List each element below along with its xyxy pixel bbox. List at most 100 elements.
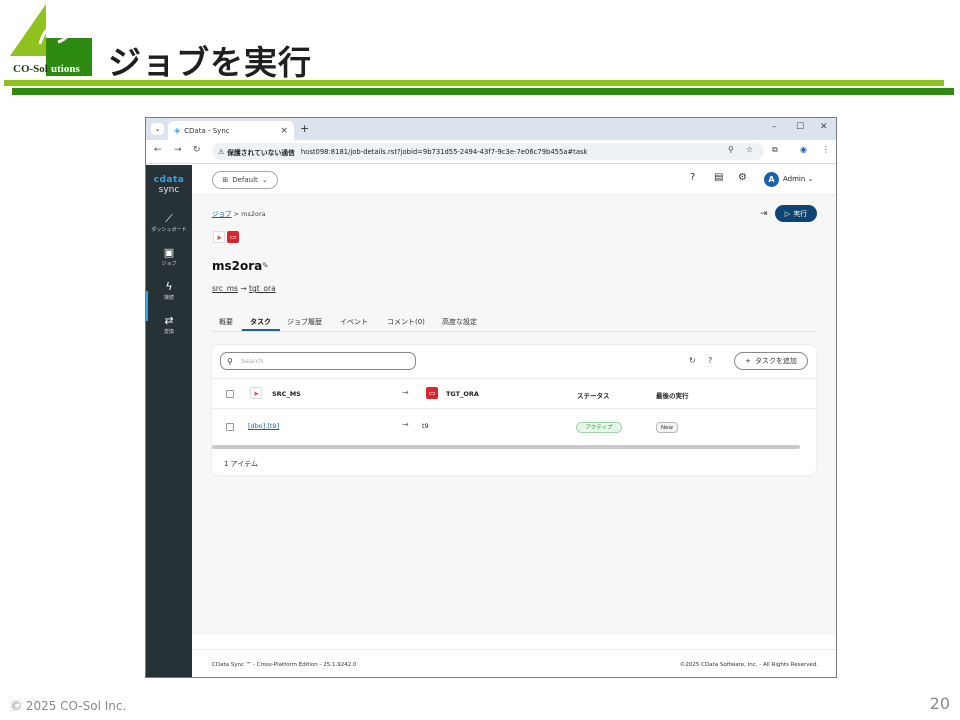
- chevron-down-icon: ⌄: [261, 176, 268, 184]
- new-tab-button[interactable]: +: [300, 122, 309, 135]
- user-menu[interactable]: Admin ⌄: [783, 175, 813, 183]
- header-last-run: 最後の実行: [656, 392, 689, 400]
- connector-icons: ➤ ▭: [213, 231, 239, 243]
- breadcrumb-jobs-link[interactable]: ジョブ: [212, 210, 232, 218]
- gear-icon[interactable]: ⚙: [738, 172, 747, 183]
- sidebar-item-dashboard[interactable]: ⟋ ダッシュボード: [146, 212, 192, 234]
- tab-comments[interactable]: コメント(0): [387, 317, 425, 327]
- zoom-icon[interactable]: ⚲: [728, 145, 734, 154]
- browser-tab[interactable]: ◈ CData - Sync ×: [168, 121, 294, 140]
- item-count: 1 アイテム: [224, 460, 258, 468]
- plug-icon: ϟ: [165, 280, 173, 293]
- app-sidebar: cdata sync ⟋ ダッシュボード ▣ ジョブ ϟ 接続 ⇄ 変換: [146, 165, 192, 677]
- job-tabs: 概要 タスク ジョブ履歴 イベント コメント(0) 高度な設定: [212, 312, 816, 332]
- copyright-text: ©2025 CData Software, Inc. - All Rights …: [679, 662, 818, 668]
- svg-text:CO-Sol: CO-Sol: [13, 63, 48, 75]
- export-icon[interactable]: ⇥: [760, 209, 768, 219]
- tab-tasks[interactable]: タスク: [250, 317, 271, 327]
- table-header: ➤ SRC_MS → ▭ TGT_ORA ステータス 最後の実行: [212, 378, 816, 408]
- arrow-icon: →: [402, 420, 409, 429]
- source-link[interactable]: src_ms: [212, 284, 238, 293]
- mouse-cursor-icon: ☝: [793, 213, 799, 223]
- edit-icon[interactable]: ✎: [262, 261, 269, 270]
- sqlserver-icon: ➤: [250, 387, 262, 399]
- slide: CO-Sol utions ジョブを実行 ⌄ ◈ CData - Sync × …: [0, 0, 960, 720]
- breadcrumb: ジョブ > ms2ora: [212, 210, 266, 218]
- refresh-icon[interactable]: ↻: [689, 356, 696, 365]
- book-icon[interactable]: ▤: [714, 172, 723, 183]
- select-all-checkbox[interactable]: [226, 390, 234, 398]
- play-icon: ▷: [784, 209, 791, 218]
- job-content: ジョブ > ms2ora ⇥ ▷ 実行 ☝ ➤ ▭ ms2ora ✎ src_m…: [192, 195, 836, 635]
- tab-close-icon[interactable]: ×: [280, 126, 288, 136]
- minimize-button[interactable]: –: [772, 122, 777, 132]
- tab-strip: ⌄ ◈ CData - Sync × + – ☐ ✕: [146, 118, 836, 140]
- app-footer: CData Sync ™ - Cross-Platform Edition - …: [192, 649, 836, 677]
- insecure-label: 保護されていない通信: [227, 148, 295, 157]
- oracle-icon: ▭: [426, 387, 438, 399]
- briefcase-icon: ▣: [163, 246, 175, 259]
- cdata-favicon-icon: ◈: [174, 126, 181, 135]
- tab-overview[interactable]: 概要: [219, 317, 233, 327]
- table-row[interactable]: [dbo].[t9] → t9 アクティブ New: [212, 408, 816, 443]
- header-status: ステータス: [577, 392, 610, 400]
- svg-text:utions: utions: [51, 63, 80, 75]
- tab-title: CData - Sync: [184, 126, 230, 135]
- maximize-button[interactable]: ☐: [796, 122, 804, 132]
- help-circle-icon[interactable]: ?: [708, 356, 712, 365]
- active-tab-underline: [242, 329, 280, 331]
- task-destination: t9: [422, 422, 429, 430]
- breadcrumb-current: ms2ora: [241, 210, 266, 218]
- extensions-icon[interactable]: ⧉: [772, 145, 778, 155]
- destination-link[interactable]: tgt_ora: [249, 284, 276, 293]
- sqlserver-icon: ➤: [213, 231, 225, 243]
- avatar[interactable]: A: [764, 172, 779, 187]
- url-field[interactable]: ⚠ 保護されていない通信 host098:8181/job-details.rs…: [212, 143, 764, 160]
- co-solutions-logo: CO-Sol utions: [10, 4, 92, 76]
- search-icon: ⚲: [227, 356, 233, 366]
- header-source: SRC_MS: [272, 390, 301, 398]
- close-window-button[interactable]: ✕: [820, 122, 828, 132]
- slide-copyright: © 2025 CO-Sol Inc.: [10, 699, 127, 713]
- tab-advanced-settings[interactable]: 高度な設定: [442, 317, 477, 327]
- help-icon[interactable]: ?: [690, 172, 695, 183]
- workspace-select[interactable]: ⊞ Default ⌄: [212, 171, 278, 189]
- app-topbar: ⊞ Default ⌄ ? ▤ ⚙ A Admin ⌄: [192, 165, 836, 195]
- last-run-badge: New: [656, 422, 678, 433]
- header-destination: TGT_ORA: [446, 390, 479, 398]
- sidebar-item-jobs[interactable]: ▣ ジョブ: [146, 246, 192, 268]
- task-card: ⚲ Search ↻ ? + タスクを追加 ➤ SRC_MS → ▭ TGT_O…: [212, 345, 816, 475]
- tab-job-history[interactable]: ジョブ履歴: [287, 317, 322, 327]
- sidebar-item-transformations[interactable]: ⇄ 変換: [146, 314, 192, 336]
- warning-icon: ⚠: [218, 147, 225, 156]
- sidebar-item-connections[interactable]: ϟ 接続: [146, 280, 192, 302]
- bookmark-star-icon[interactable]: ☆: [746, 145, 753, 154]
- status-badge: アクティブ: [576, 422, 622, 433]
- chart-icon: ⟋: [165, 212, 173, 225]
- app-main: ⊞ Default ⌄ ? ▤ ⚙ A Admin ⌄ ジョブ > ms2ora: [192, 165, 836, 677]
- job-route: src_ms → tgt_ora: [212, 284, 276, 293]
- arrow-icon: →: [402, 388, 409, 397]
- tab-search-dropdown[interactable]: ⌄: [151, 123, 164, 135]
- page-number: 20: [929, 694, 950, 713]
- job-name: ms2ora: [212, 259, 263, 273]
- profile-icon[interactable]: ◉: [800, 145, 807, 154]
- reload-icon[interactable]: ↻: [193, 145, 201, 155]
- forward-icon[interactable]: →: [174, 145, 182, 155]
- task-source-link[interactable]: [dbo].[t9]: [248, 422, 279, 430]
- row-checkbox[interactable]: [226, 423, 234, 431]
- back-icon[interactable]: ←: [154, 145, 162, 155]
- tab-events[interactable]: イベント: [340, 317, 368, 327]
- version-text: CData Sync ™ - Cross-Platform Edition - …: [212, 662, 357, 668]
- search-input[interactable]: ⚲ Search: [220, 352, 416, 370]
- add-task-button[interactable]: + タスクを追加: [734, 352, 808, 370]
- title-rule-green: [4, 80, 944, 86]
- menu-kebab-icon[interactable]: ⋮: [822, 145, 830, 154]
- horizontal-scrollbar[interactable]: [212, 445, 800, 449]
- grid-icon: ⊞: [222, 176, 229, 184]
- swap-icon: ⇄: [164, 314, 174, 327]
- plus-icon: +: [745, 357, 751, 365]
- oracle-icon: ▭: [227, 231, 239, 243]
- url-text: host098:8181/job-details.rst?jobid=9b731…: [300, 147, 588, 156]
- chevron-down-icon: ⌄: [807, 175, 814, 183]
